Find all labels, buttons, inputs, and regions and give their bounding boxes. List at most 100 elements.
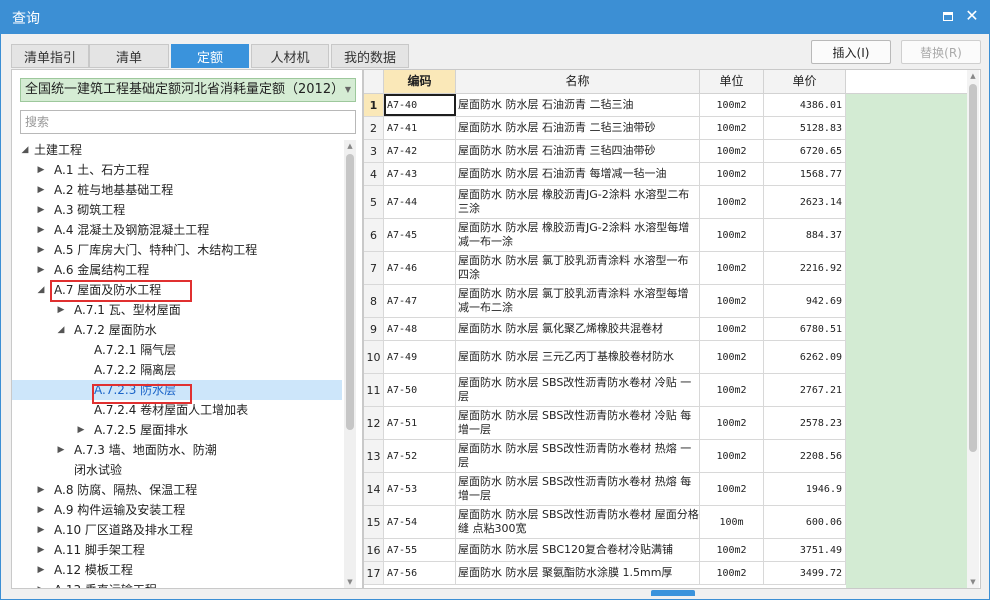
- tree-item-a7-2[interactable]: ◢ A.7.2 屋面防水: [12, 320, 342, 340]
- unit-cell[interactable]: 100m2: [700, 539, 764, 561]
- tree-item-a10[interactable]: ▶ A.10 厂区道路及排水工程: [12, 520, 342, 540]
- row-number-cell[interactable]: 6: [364, 219, 384, 251]
- scroll-down-icon[interactable]: ▼: [344, 576, 356, 588]
- row-number-cell[interactable]: 13: [364, 440, 384, 472]
- row-number-cell[interactable]: 1: [364, 94, 384, 116]
- scroll-up-icon[interactable]: ▲: [344, 140, 356, 152]
- row-number-cell[interactable]: 4: [364, 163, 384, 185]
- tree-scrollbar[interactable]: ▲ ▼: [344, 140, 356, 588]
- row-number-cell[interactable]: 10: [364, 341, 384, 373]
- expand-icon[interactable]: ▶: [36, 560, 46, 580]
- expand-icon[interactable]: ▶: [76, 420, 86, 440]
- price-cell[interactable]: 4386.01: [764, 94, 846, 116]
- code-cell[interactable]: A7-52: [384, 440, 456, 472]
- price-cell[interactable]: 6262.09: [764, 341, 846, 373]
- price-cell[interactable]: 600.06: [764, 506, 846, 538]
- table-row[interactable]: 13 A7-52 屋面防水 防水层 SBS改性沥青防水卷材 热熔 一层 100m2 22…: [364, 440, 846, 473]
- table-row[interactable]: 6 A7-45 屋面防水 防水层 橡胶沥青JG-2涂料 水溶型每增减一布一涂 100m…: [364, 219, 846, 252]
- name-cell[interactable]: 屋面防水 防水层 SBS改性沥青防水卷材 热熔 一层: [456, 440, 700, 472]
- table-scrollbar[interactable]: ▲ ▼: [967, 70, 979, 588]
- unit-cell[interactable]: 100m2: [700, 140, 764, 162]
- unit-cell[interactable]: 100m2: [700, 94, 764, 116]
- unit-cell[interactable]: 100m2: [700, 473, 764, 505]
- row-number-cell[interactable]: 11: [364, 374, 384, 406]
- name-cell[interactable]: 屋面防水 防水层 橡胶沥青JG-2涂料 水溶型二布三涂: [456, 186, 700, 218]
- unit-cell[interactable]: 100m2: [700, 117, 764, 139]
- table-row[interactable]: 8 A7-47 屋面防水 防水层 氯丁胶乳沥青涂料 水溶型每增减一布二涂 100m2 9…: [364, 285, 846, 318]
- name-cell[interactable]: 屋面防水 防水层 SBS改性沥青防水卷材 屋面分格缝 点粘300宽: [456, 506, 700, 538]
- expand-icon[interactable]: ▶: [56, 440, 66, 460]
- price-cell[interactable]: 2623.14: [764, 186, 846, 218]
- expand-icon[interactable]: ▶: [36, 540, 46, 560]
- price-cell[interactable]: 2216.92: [764, 252, 846, 284]
- table-row[interactable]: 15 A7-54 屋面防水 防水层 SBS改性沥青防水卷材 屋面分格缝 点粘300宽…: [364, 506, 846, 539]
- splitter-grip[interactable]: [651, 590, 695, 596]
- tree-item-a4[interactable]: ▶ A.4 混凝土及钢筋混凝土工程: [12, 220, 342, 240]
- tree-item-a2[interactable]: ▶ A.2 桩与地基基础工程: [12, 180, 342, 200]
- code-cell[interactable]: A7-41: [384, 117, 456, 139]
- tab-quota[interactable]: 定额: [171, 44, 249, 68]
- expand-icon[interactable]: ▶: [56, 300, 66, 320]
- price-cell[interactable]: 2767.21: [764, 374, 846, 406]
- unit-cell[interactable]: 100m2: [700, 219, 764, 251]
- code-cell[interactable]: A7-45: [384, 219, 456, 251]
- expand-icon[interactable]: ▶: [36, 480, 46, 500]
- scrollbar-thumb[interactable]: [346, 154, 354, 430]
- tree-item-civil[interactable]: ◢ 土建工程: [12, 140, 342, 160]
- search-input[interactable]: [20, 110, 356, 134]
- scroll-down-icon[interactable]: ▼: [967, 576, 979, 588]
- price-column-header[interactable]: 单价: [764, 70, 846, 94]
- tree-item-a11[interactable]: ▶ A.11 脚手架工程: [12, 540, 342, 560]
- code-cell[interactable]: A7-40: [384, 94, 456, 116]
- name-cell[interactable]: 屋面防水 防水层 石油沥青 二毡三油带砂: [456, 117, 700, 139]
- expand-icon[interactable]: ▶: [36, 220, 46, 240]
- table-row[interactable]: 1 A7-40 屋面防水 防水层 石油沥青 二毡三油 100m2 4386.01: [364, 94, 846, 117]
- name-cell[interactable]: 屋面防水 防水层 氯化聚乙烯橡胶共混卷材: [456, 318, 700, 340]
- expand-icon[interactable]: ▶: [36, 500, 46, 520]
- table-row[interactable]: 3 A7-42 屋面防水 防水层 石油沥青 三毡四油带砂 100m2 6720.65: [364, 140, 846, 163]
- collapse-icon[interactable]: ◢: [56, 320, 66, 340]
- scroll-up-icon[interactable]: ▲: [967, 70, 979, 82]
- code-cell[interactable]: A7-43: [384, 163, 456, 185]
- row-number-cell[interactable]: 3: [364, 140, 384, 162]
- unit-cell[interactable]: 100m: [700, 506, 764, 538]
- unit-cell[interactable]: 100m2: [700, 562, 764, 584]
- unit-column-header[interactable]: 单位: [700, 70, 764, 94]
- tree-item-a5[interactable]: ▶ A.5 厂库房大门、特种门、木结构工程: [12, 240, 342, 260]
- row-number-cell[interactable]: 14: [364, 473, 384, 505]
- price-cell[interactable]: 1568.77: [764, 163, 846, 185]
- name-cell[interactable]: 屋面防水 防水层 SBC120复合卷材冷贴满铺: [456, 539, 700, 561]
- unit-cell[interactable]: 100m2: [700, 341, 764, 373]
- row-number-cell[interactable]: 12: [364, 407, 384, 439]
- price-cell[interactable]: 6720.65: [764, 140, 846, 162]
- row-number-cell[interactable]: 8: [364, 285, 384, 317]
- tab-bill[interactable]: 清单: [89, 44, 169, 68]
- row-number-cell[interactable]: 9: [364, 318, 384, 340]
- expand-icon[interactable]: ▶: [36, 580, 46, 588]
- code-cell[interactable]: A7-44: [384, 186, 456, 218]
- expand-icon[interactable]: ▶: [36, 520, 46, 540]
- table-row[interactable]: 14 A7-53 屋面防水 防水层 SBS改性沥青防水卷材 热熔 每增一层 100m2…: [364, 473, 846, 506]
- code-cell[interactable]: A7-56: [384, 562, 456, 584]
- table-row[interactable]: 10 A7-49 屋面防水 防水层 三元乙丙丁基橡胶卷材防水 100m2 6262.09: [364, 341, 846, 374]
- code-column-header[interactable]: 编码: [384, 70, 456, 94]
- maximize-icon[interactable]: [940, 8, 956, 24]
- table-row[interactable]: 11 A7-50 屋面防水 防水层 SBS改性沥青防水卷材 冷贴 一层 100m2 27…: [364, 374, 846, 407]
- collapse-icon[interactable]: ◢: [20, 140, 30, 160]
- price-cell[interactable]: 942.69: [764, 285, 846, 317]
- price-cell[interactable]: 2578.23: [764, 407, 846, 439]
- code-cell[interactable]: A7-49: [384, 341, 456, 373]
- code-cell[interactable]: A7-50: [384, 374, 456, 406]
- replace-button[interactable]: 替换(R): [901, 40, 981, 64]
- name-cell[interactable]: 屋面防水 防水层 氯丁胶乳沥青涂料 水溶型每增减一布二涂: [456, 285, 700, 317]
- scrollbar-thumb[interactable]: [969, 84, 977, 452]
- table-row[interactable]: 4 A7-43 屋面防水 防水层 石油沥青 每增减一毡一油 100m2 1568.77: [364, 163, 846, 186]
- code-cell[interactable]: A7-54: [384, 506, 456, 538]
- tree-item-water-test[interactable]: 闭水试验: [12, 460, 342, 480]
- name-cell[interactable]: 屋面防水 防水层 SBS改性沥青防水卷材 冷贴 一层: [456, 374, 700, 406]
- row-number-cell[interactable]: 5: [364, 186, 384, 218]
- unit-cell[interactable]: 100m2: [700, 285, 764, 317]
- price-cell[interactable]: 3751.49: [764, 539, 846, 561]
- price-cell[interactable]: 3499.72: [764, 562, 846, 584]
- unit-cell[interactable]: 100m2: [700, 186, 764, 218]
